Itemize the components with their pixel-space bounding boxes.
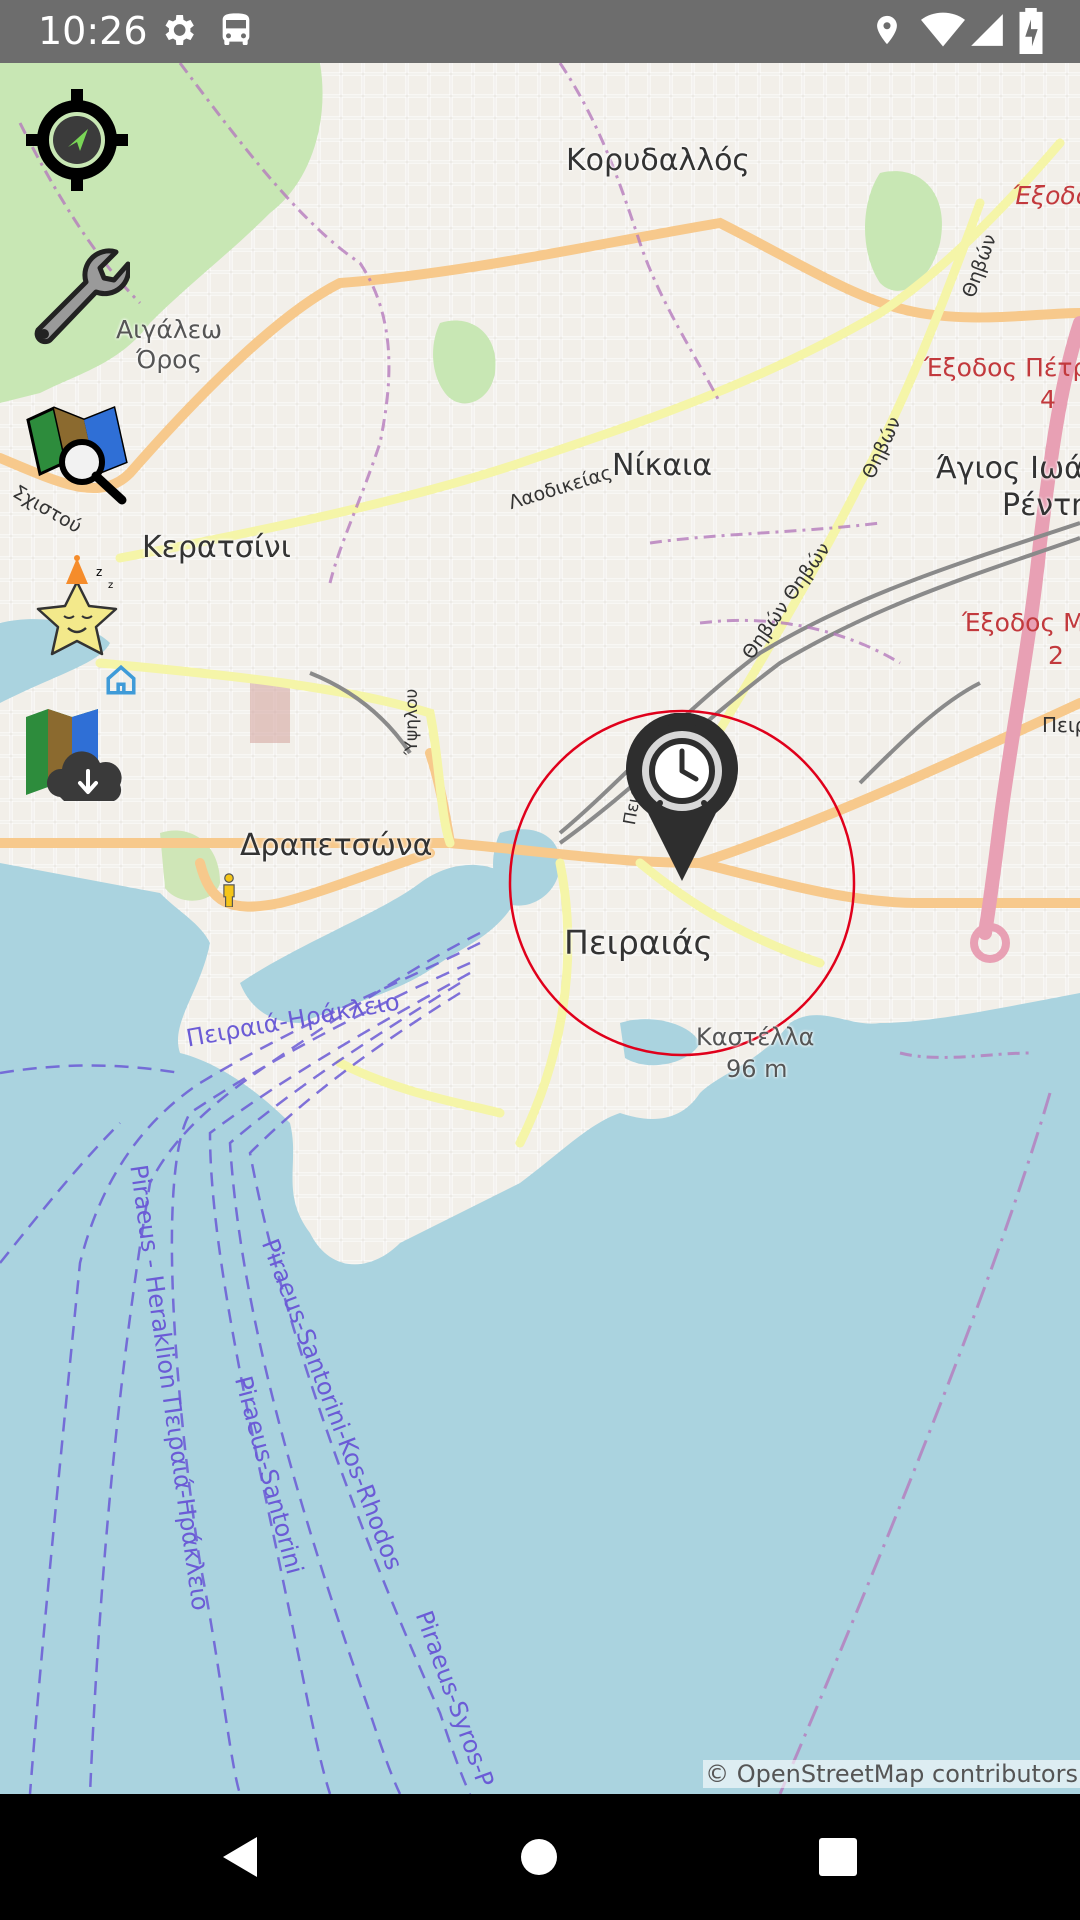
wrench-icon [34,248,130,345]
road-label-ypsilou: Ύψηλου [402,688,422,755]
exit-label-2: Έξοδος Πέτρ [924,353,1080,382]
exit-label-3: Έξοδος Μ [962,608,1080,637]
back-icon [223,1837,257,1877]
exit-label-peir: Πειρ [1042,713,1080,737]
place-label-agios-ioannis: Άγιος Ιωά [936,451,1080,486]
back-button[interactable] [206,1824,272,1890]
locate-button[interactable] [22,85,132,195]
gear-icon [158,8,198,56]
signal-icon [968,8,1006,56]
place-label-kastella-elevation: 96 m [726,1055,788,1083]
place-label-keratsini: Κερατσίνι [142,530,291,565]
place-label-oros: Όρος [136,345,203,374]
exit-label-2-number: 4 [1040,385,1056,414]
recents-icon [819,1838,857,1876]
alarm-clock-pin-icon[interactable] [622,713,742,883]
place-label-nikaia: Νίκαια [612,448,712,483]
battery-charging-icon [1016,8,1046,58]
place-label-peiraias: Πειραιάς [564,923,713,962]
home-circle-icon [521,1839,557,1875]
home-button[interactable] [506,1824,572,1890]
map-download-icon [26,709,122,801]
exit-label-1: Έξοδο [1012,181,1080,210]
recents-button[interactable] [805,1824,871,1890]
map-view[interactable]: Κορυδαλλός Αιγάλεω Όρος Νίκαια Κερατσίνι… [0,63,1080,1794]
sleep-button[interactable]: z z [22,555,132,665]
place-label-korydallos: Κορυδαλλός [566,143,751,178]
location-icon [870,8,904,56]
map-attribution[interactable]: © OpenStreetMap contributors [703,1760,1080,1788]
wifi-icon [920,8,966,56]
svg-text:z: z [96,565,102,579]
sleepy-star-icon: z z [36,555,118,656]
map-search-icon [26,405,128,505]
place-label-kastella: Καστέλλα [696,1023,815,1051]
system-nav-bar [0,1794,1080,1920]
status-time: 10:26 [38,9,148,53]
bus-icon [216,8,256,56]
status-bar: 10:26 [0,0,1080,63]
map-search-button[interactable] [22,398,132,508]
crosshair-compass-icon [26,89,128,191]
offline-maps-button[interactable] [22,700,132,810]
svg-text:z: z [108,580,113,591]
place-label-rentis: Ρέντη [1002,488,1080,523]
settings-button[interactable] [22,242,132,352]
exit-label-3-number: 2 [1048,641,1064,670]
place-label-drapetsona: Δραπετσώνα [240,828,433,863]
